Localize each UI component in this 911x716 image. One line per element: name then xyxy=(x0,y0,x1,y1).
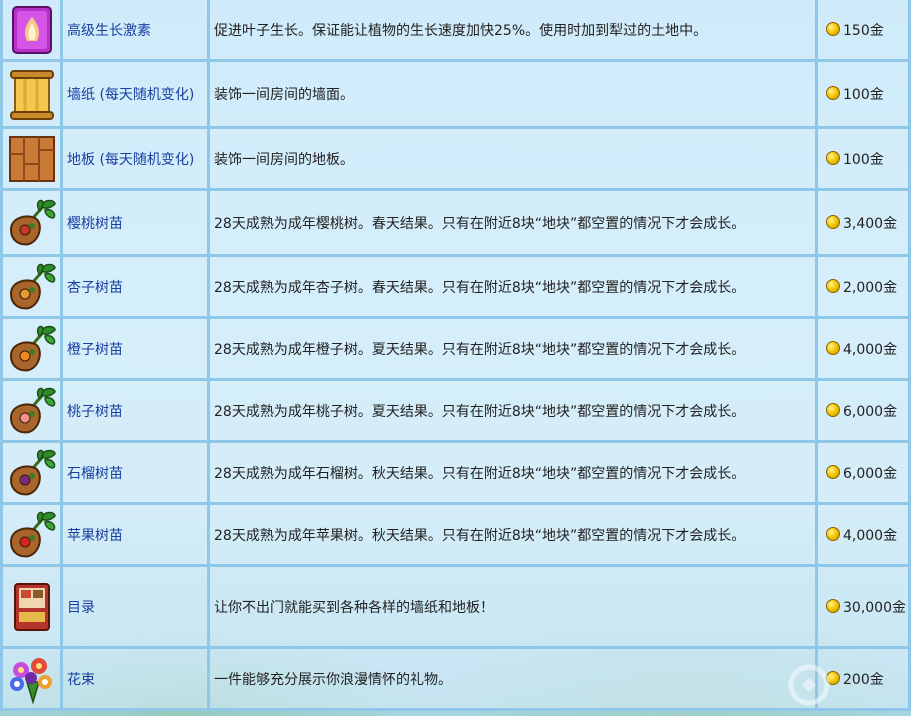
gold-coin-icon xyxy=(826,278,840,293)
flooring-tile-icon xyxy=(8,135,55,182)
item-price: 100金 xyxy=(843,87,884,103)
item-name-link[interactable]: 苹果树苗 xyxy=(63,505,210,567)
item-icon-cell xyxy=(0,129,63,191)
item-description: 装饰一间房间的墙面。 xyxy=(210,62,818,129)
item-name-link[interactable]: 杏子树苗 xyxy=(63,257,210,319)
sapling-icon xyxy=(9,449,56,495)
item-price: 6,000金 xyxy=(843,465,898,482)
deluxe-speed-gro-icon xyxy=(11,5,52,54)
item-description: 28天成熟为成年樱桃树。春天结果。只有在附近8块“地块”都空置的情况下才会成长。 xyxy=(210,191,818,257)
gold-coin-icon xyxy=(826,402,840,417)
sapling-icon xyxy=(9,199,56,245)
watermark-logo-icon xyxy=(788,664,830,706)
item-price-cell: 6,000金 xyxy=(818,381,911,443)
wallpaper-scroll-icon xyxy=(9,70,54,120)
item-icon-cell xyxy=(0,381,63,443)
item-price: 30,000金 xyxy=(843,599,906,616)
item-price-cell: 100金 xyxy=(818,62,911,129)
sapling-icon xyxy=(9,263,56,309)
item-name-link[interactable]: 桃子树苗 xyxy=(63,381,210,443)
item-name-link[interactable]: 橙子树苗 xyxy=(63,319,210,381)
item-icon-cell xyxy=(0,649,63,711)
item-price: 2,000金 xyxy=(843,279,898,296)
item-price-cell: 30,000金 xyxy=(818,567,911,649)
sapling-icon xyxy=(9,387,56,433)
item-icon-cell xyxy=(0,319,63,381)
item-price-cell: 100金 xyxy=(818,129,911,191)
item-description: 装饰一间房间的地板。 xyxy=(210,129,818,191)
item-price: 200金 xyxy=(843,671,884,688)
shop-table: 高级生长激素 促进叶子生长。保证能让植物的生长速度加快25%。使用时加到犁过的土地… xyxy=(0,0,911,711)
item-price-cell: 150金 xyxy=(818,0,911,62)
table-row: 墙纸 (每天随机变化) 装饰一间房间的墙面。 100金 xyxy=(0,62,911,129)
gold-coin-icon xyxy=(826,21,840,36)
bouquet-icon xyxy=(9,657,52,705)
item-description: 促进叶子生长。保证能让植物的生长速度加快25%。使用时加到犁过的土地中。 xyxy=(210,0,818,62)
item-price: 3,400金 xyxy=(843,215,898,232)
item-price: 4,000金 xyxy=(843,341,898,358)
item-icon-cell xyxy=(0,443,63,505)
item-name-link[interactable]: 地板 (每天随机变化) xyxy=(63,129,210,191)
item-name-link[interactable]: 花束 xyxy=(63,649,210,711)
item-description: 一件能够充分展示你浪漫情怀的礼物。 xyxy=(210,649,818,711)
gold-coin-icon xyxy=(826,86,840,100)
gold-coin-icon xyxy=(826,598,840,613)
table-row: 高级生长激素 促进叶子生长。保证能让植物的生长速度加快25%。使用时加到犁过的土地… xyxy=(0,0,911,62)
table-row: 桃子树苗 28天成熟为成年桃子树。夏天结果。只有在附近8块“地块”都空置的情况下才… xyxy=(0,381,911,443)
item-price-cell: 4,000金 xyxy=(818,505,911,567)
item-name-link[interactable]: 樱桃树苗 xyxy=(63,191,210,257)
item-description: 28天成熟为成年苹果树。秋天结果。只有在附近8块“地块”都空置的情况下才会成长。 xyxy=(210,505,818,567)
item-price: 100金 xyxy=(843,151,884,168)
item-description: 让你不出门就能买到各种各样的墙纸和地板！ xyxy=(210,567,818,649)
table-row: 苹果树苗 28天成熟为成年苹果树。秋天结果。只有在附近8块“地块”都空置的情况下才… xyxy=(0,505,911,567)
item-price: 6,000金 xyxy=(843,403,898,420)
table-row: 杏子树苗 28天成熟为成年杏子树。春天结果。只有在附近8块“地块”都空置的情况下才… xyxy=(0,257,911,319)
item-icon-cell xyxy=(0,0,63,62)
table-row: 樱桃树苗 28天成熟为成年樱桃树。春天结果。只有在附近8块“地块”都空置的情况下才… xyxy=(0,191,911,257)
item-price-cell: 3,400金 xyxy=(818,191,911,257)
item-name-link[interactable]: 目录 xyxy=(63,567,210,649)
table-row: 地板 (每天随机变化) 装饰一间房间的地板。 100金 xyxy=(0,129,911,191)
item-price-cell: 2,000金 xyxy=(818,257,911,319)
item-price-cell: 4,000金 xyxy=(818,319,911,381)
item-price: 4,000金 xyxy=(843,527,898,544)
table-row: 橙子树苗 28天成熟为成年橙子树。夏天结果。只有在附近8块“地块”都空置的情况下才… xyxy=(0,319,911,381)
catalogue-book-icon xyxy=(13,582,50,631)
item-name-link[interactable]: 高级生长激素 xyxy=(63,0,210,62)
item-description: 28天成熟为成年橙子树。夏天结果。只有在附近8块“地块”都空置的情况下才会成长。 xyxy=(210,319,818,381)
gold-coin-icon xyxy=(826,150,840,165)
gold-coin-icon xyxy=(826,340,840,355)
item-icon-cell xyxy=(0,62,63,129)
item-price-cell: 6,000金 xyxy=(818,443,911,505)
table-row: 花束 一件能够充分展示你浪漫情怀的礼物。 200金 xyxy=(0,649,911,711)
item-description: 28天成熟为成年石榴树。秋天结果。只有在附近8块“地块”都空置的情况下才会成长。 xyxy=(210,443,818,505)
table-row: 石榴树苗 28天成熟为成年石榴树。秋天结果。只有在附近8块“地块”都空置的情况下才… xyxy=(0,443,911,505)
item-name-link[interactable]: 石榴树苗 xyxy=(63,443,210,505)
table-row: 目录 让你不出门就能买到各种各样的墙纸和地板！ 30,000金 xyxy=(0,567,911,649)
item-icon-cell xyxy=(0,257,63,319)
sapling-icon xyxy=(9,511,56,557)
gold-coin-icon xyxy=(826,464,840,479)
gold-coin-icon xyxy=(826,214,840,229)
item-description: 28天成熟为成年桃子树。夏天结果。只有在附近8块“地块”都空置的情况下才会成长。 xyxy=(210,381,818,443)
gold-coin-icon xyxy=(826,526,840,541)
item-name-link[interactable]: 墙纸 (每天随机变化) xyxy=(63,62,210,129)
item-description: 28天成熟为成年杏子树。春天结果。只有在附近8块“地块”都空置的情况下才会成长。 xyxy=(210,257,818,319)
item-icon-cell xyxy=(0,567,63,649)
sapling-icon xyxy=(9,325,56,371)
item-price: 150金 xyxy=(843,22,884,39)
item-icon-cell xyxy=(0,505,63,567)
item-icon-cell xyxy=(0,191,63,257)
